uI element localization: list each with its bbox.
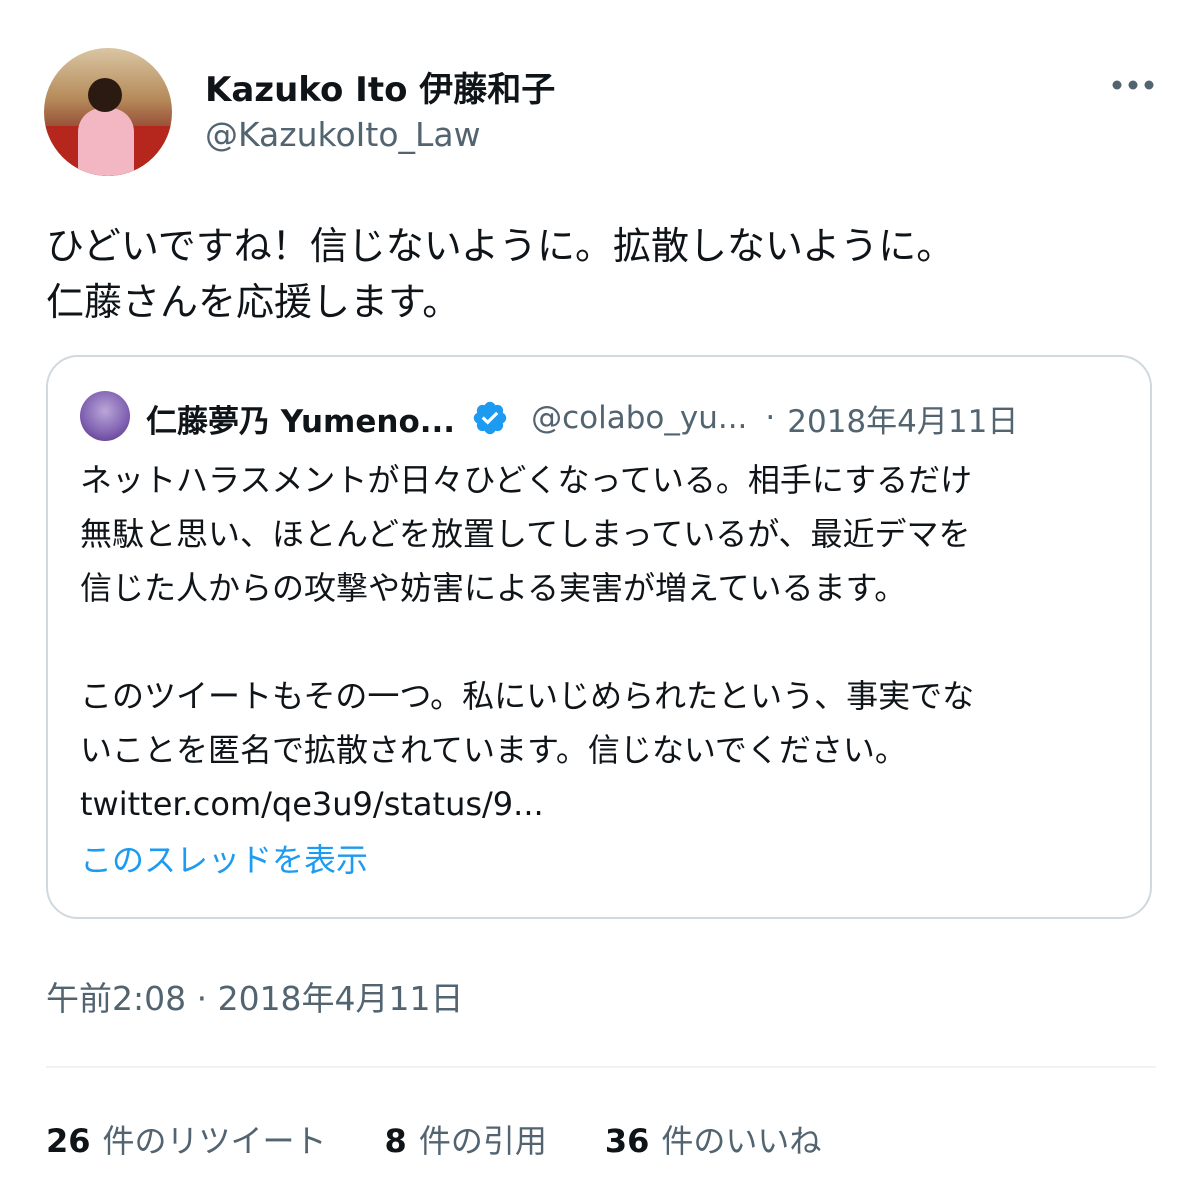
likes-stat[interactable]: 36 件のいいね <box>605 1116 822 1162</box>
quoted-author-avatar <box>80 391 130 441</box>
likes-count: 36 <box>604 1122 650 1160</box>
separator-dot: · <box>765 400 776 436</box>
divider <box>46 1066 1156 1068</box>
quoted-text-line: このツイートもその一つ。私にいじめられたという、事実でな <box>80 677 975 715</box>
quoted-tweet-date: 2018年4月11日 <box>787 403 1019 440</box>
quotes-stat[interactable]: 8 件の引用 <box>385 1116 547 1162</box>
show-thread-link[interactable]: このスレッドを表示 <box>80 835 368 881</box>
quoted-author-name: 仁藤夢乃 Yumeno... <box>146 403 456 440</box>
avatar-figure-head <box>88 78 122 112</box>
verified-icon <box>471 399 509 437</box>
quoted-tweet-text: ネットハラスメントが日々ひどくなっている。相手にするだけ 無駄と思い、ほとんどを… <box>80 453 1130 831</box>
quoted-text-url[interactable]: twitter.com/qe3u9/status/9... <box>80 777 1130 831</box>
tweet: Kazuko Ito 伊藤和子 @KazukoIto_Law ひどいですね！信じ… <box>0 0 1200 1191</box>
quoted-text-line: いことを匿名で拡散されています。信じないでください。 <box>80 731 907 769</box>
tweet-timestamp[interactable]: 午前2:08 · 2018年4月11日 <box>46 972 464 1020</box>
author-handle[interactable]: @KazukoIto_Law <box>205 115 481 154</box>
more-icon[interactable] <box>1110 70 1156 100</box>
avatar-figure-body <box>78 108 134 176</box>
quoted-text-line: 無駄と思い、ほとんどを放置してしまっているが、最近デマを <box>80 515 971 553</box>
quoted-text-line: 信じた人からの攻撃や妨害による実害が増えているます。 <box>80 569 907 607</box>
quotes-label: 件の引用 <box>418 1122 547 1160</box>
tweet-text: ひどいですね！信じないように。拡散しないように。 仁藤さんを応援します。 <box>46 218 1156 330</box>
author-name[interactable]: Kazuko Ito 伊藤和子 <box>205 62 555 111</box>
likes-label: 件のいいね <box>661 1122 822 1160</box>
tweet-text-line: 仁藤さんを応援します。 <box>46 280 461 324</box>
quoted-text-line: ネットハラスメントが日々ひどくなっている。相手にするだけ <box>80 461 973 499</box>
quoted-tweet-header: 仁藤夢乃 Yumeno... @colabo_yu... · 2018年4月11… <box>146 393 1018 443</box>
retweets-stat[interactable]: 26 件のリツイート <box>46 1116 327 1162</box>
engagement-stats: 26 件のリツイート 8 件の引用 36 件のいいね <box>46 1116 821 1162</box>
quoted-text-blank-line <box>80 615 1130 669</box>
quotes-count: 8 <box>384 1122 407 1160</box>
quoted-tweet[interactable]: 仁藤夢乃 Yumeno... @colabo_yu... · 2018年4月11… <box>46 355 1152 919</box>
retweets-count: 26 <box>46 1122 91 1160</box>
author-avatar[interactable] <box>44 48 172 176</box>
quoted-author-handle: @colabo_yu... <box>531 400 748 436</box>
retweets-label: 件のリツイート <box>102 1122 327 1160</box>
tweet-text-line: ひどいですね！信じないように。拡散しないように。 <box>46 224 955 268</box>
